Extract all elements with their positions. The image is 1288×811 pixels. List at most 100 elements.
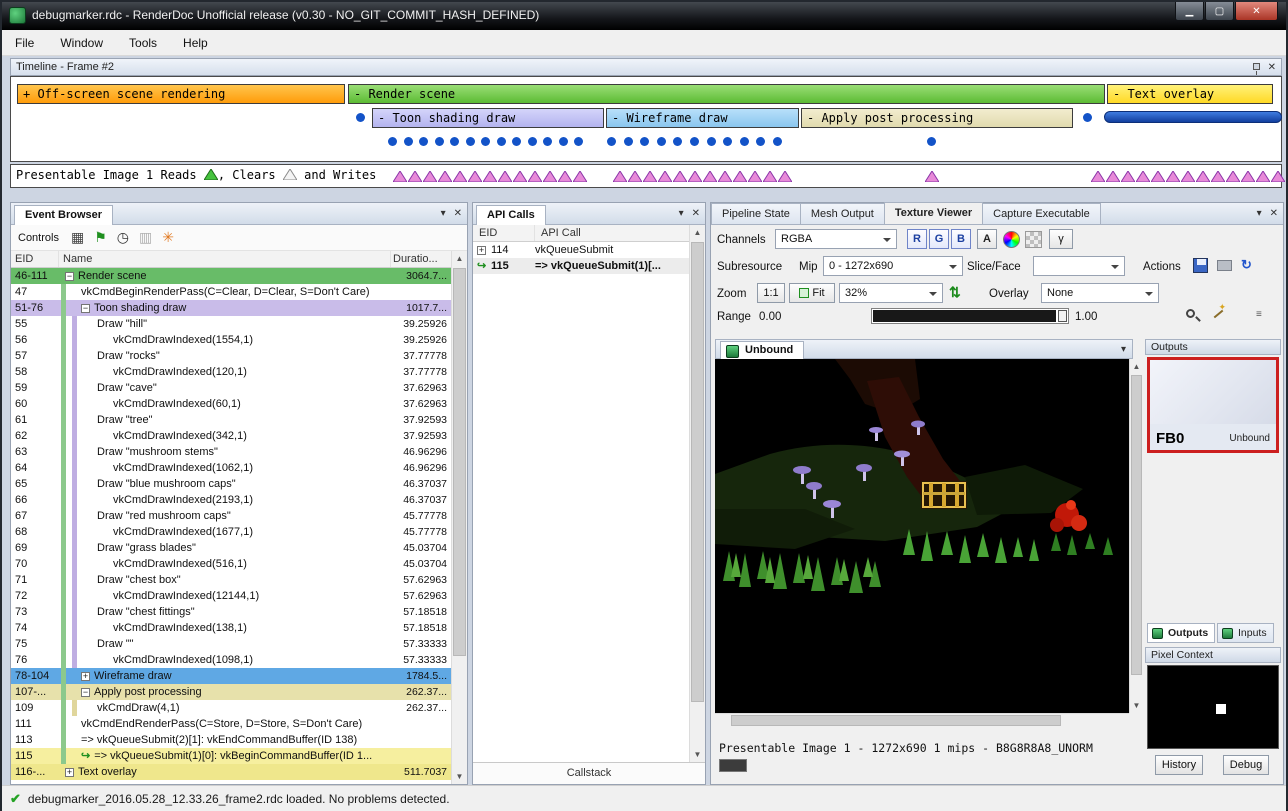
scroll-down-icon[interactable]: ▼ [452,769,467,784]
event-row[interactable]: 66vkCmdDrawIndexed(2193,1)46.37037 [11,492,451,508]
texture-vscrollbar[interactable]: ▲ ▼ [1129,359,1143,713]
texture-tab-unbound[interactable]: Unbound [720,341,804,359]
event-row[interactable]: 59Draw "cave"37.62963 [11,380,451,396]
tab-texture-viewer[interactable]: Texture Viewer [884,202,983,224]
event-row[interactable]: 58vkCmdDrawIndexed(120,1)37.77778 [11,364,451,380]
pin-icon[interactable] [1253,63,1260,70]
timeline-draw-dot[interactable] [543,137,552,146]
expand-icon[interactable]: + [81,672,90,681]
options-icon[interactable]: ✳ [162,229,174,245]
column-duration[interactable]: Duratio... [391,251,451,267]
timeline-draw-dot[interactable] [723,137,732,146]
close-button[interactable]: ✕ [1235,2,1278,21]
timeline-usage-row[interactable]: Presentable Image 1 Reads , Clears and W… [10,164,1282,188]
timeline-block-offscreen[interactable]: + Off-screen scene rendering [17,84,345,104]
event-row[interactable]: 61Draw "tree"37.92593 [11,412,451,428]
checkerboard-background-icon[interactable] [1025,231,1042,248]
close-icon[interactable]: ✕ [454,208,462,220]
event-row[interactable]: 74vkCmdDrawIndexed(138,1)57.18518 [11,620,451,636]
timeline-draw-dot[interactable] [574,137,583,146]
timeline-draw-dot[interactable] [388,137,397,146]
fb0-thumbnail[interactable]: FB0 Unbound [1147,357,1279,453]
event-row[interactable]: 78-104+Wireframe draw1784.5... [11,668,451,684]
range-slider[interactable] [871,308,1069,324]
scroll-down-icon[interactable]: ▼ [690,747,705,762]
close-icon[interactable]: ✕ [1268,62,1276,74]
event-row[interactable]: 71Draw "chest box"57.62963 [11,572,451,588]
api-call-row[interactable]: +114vkQueueSubmit [473,242,689,258]
timeline-draw-dot[interactable] [435,137,444,146]
event-browser-tab[interactable]: Event Browser [14,205,113,225]
channel-r-button[interactable]: R [907,229,927,249]
texture-hscrollbar[interactable] [715,713,1129,727]
chevron-down-icon[interactable]: ▾ [1121,344,1126,356]
pixel-context-header[interactable]: Pixel Context [1145,647,1281,663]
event-row[interactable]: 64vkCmdDrawIndexed(1062,1)46.96296 [11,460,451,476]
timeline-draw-dot[interactable] [404,137,413,146]
scroll-up-icon[interactable]: ▲ [1130,359,1143,374]
event-row[interactable]: 51-76−Toon shading draw1017.7... [11,300,451,316]
range-handle[interactable] [1058,310,1067,322]
timeline-draw-dot[interactable] [528,137,537,146]
bookmark-icon[interactable]: ⚑ [94,229,107,245]
event-row[interactable]: 75Draw ""57.33333 [11,636,451,652]
event-row[interactable]: 47vkCmdBeginRenderPass(C=Clear, D=Clear,… [11,284,451,300]
column-name[interactable]: Name [59,251,391,267]
column-eid[interactable]: EID [11,251,59,267]
collapse-icon[interactable]: − [65,272,74,281]
zoom-range-icon[interactable] [1186,309,1195,318]
timeline-body[interactable]: + Off-screen scene rendering - Render sc… [10,76,1282,162]
debug-button[interactable]: Debug [1223,755,1269,775]
api-calls-header[interactable]: API Calls ▾ ✕ [473,203,705,225]
sliceface-select[interactable] [1033,256,1125,276]
event-row[interactable]: 111vkCmdEndRenderPass(C=Store, D=Store, … [11,716,451,732]
scrollbar-thumb[interactable] [453,268,466,656]
tab-inputs[interactable]: Inputs [1217,623,1274,643]
minimize-button[interactable]: ▁ [1175,2,1204,21]
api-call-row[interactable]: ↪115=> vkQueueSubmit(1)[... [473,258,689,274]
timeline-draw-dot[interactable] [673,137,682,146]
timer-icon[interactable]: ◷ [117,229,129,245]
event-browser-header[interactable]: Event Browser ▾ ✕ [11,203,467,225]
event-row[interactable]: 69Draw "grass blades"45.03704 [11,540,451,556]
zoom-percent-select[interactable]: 32% [839,283,943,303]
event-row[interactable]: 46-111−Render scene3064.7... [11,268,451,284]
timeline-draw-dot[interactable] [607,137,616,146]
outputs-header[interactable]: Outputs [1145,339,1281,355]
timeline-block-render-scene[interactable]: - Render scene [348,84,1105,104]
event-row[interactable]: 65Draw "blue mushroom caps"46.37037 [11,476,451,492]
collapse-icon[interactable]: − [81,304,90,313]
event-row[interactable]: 113=> vkQueueSubmit(2)[1]: vkEndCommandB… [11,732,451,748]
timeline-block-toon[interactable]: - Toon shading draw [372,108,604,128]
scroll-up-icon[interactable]: ▲ [690,225,705,240]
timeline-event-dot[interactable] [1083,113,1092,122]
timeline-draw-dot[interactable] [927,137,936,146]
event-row[interactable]: 55Draw "hill"39.25926 [11,316,451,332]
event-row[interactable]: 70vkCmdDrawIndexed(516,1)45.03704 [11,556,451,572]
timeline-block-wireframe[interactable]: - Wireframe draw [606,108,799,128]
select-columns-icon[interactable]: ▦ [71,229,84,245]
event-row[interactable]: 73Draw "chest fittings"57.18518 [11,604,451,620]
menu-help[interactable]: Help [170,30,221,55]
tab-pipeline-state[interactable]: Pipeline State [711,203,801,224]
event-table-header[interactable]: EID Name Duratio... [11,251,451,268]
timeline-draw-dot[interactable] [640,137,649,146]
close-icon[interactable]: ✕ [1270,208,1278,220]
timeline-draw-dot[interactable] [756,137,765,146]
scroll-down-icon[interactable]: ▼ [1130,698,1143,713]
zoom-fit-button[interactable]: Fit [789,283,835,303]
timeline-draw-dot[interactable] [512,137,521,146]
mip-select[interactable]: 0 - 1272x690 [823,256,963,276]
collapse-icon[interactable]: − [81,688,90,697]
scrollbar-thumb[interactable] [1131,375,1142,675]
flip-y-icon[interactable]: ⇅ [949,284,961,301]
chevron-down-icon[interactable]: ▾ [679,208,684,220]
channel-g-button[interactable]: G [929,229,949,249]
tab-capture-executable[interactable]: Capture Executable [982,203,1101,224]
pixel-context-view[interactable] [1147,665,1279,749]
column-eid[interactable]: EID [473,225,535,241]
callstack-section[interactable]: Callstack [473,762,705,784]
column-api-call[interactable]: API Call [535,225,689,241]
timeline-draw-dot[interactable] [481,137,490,146]
tab-mesh-output[interactable]: Mesh Output [800,203,885,224]
